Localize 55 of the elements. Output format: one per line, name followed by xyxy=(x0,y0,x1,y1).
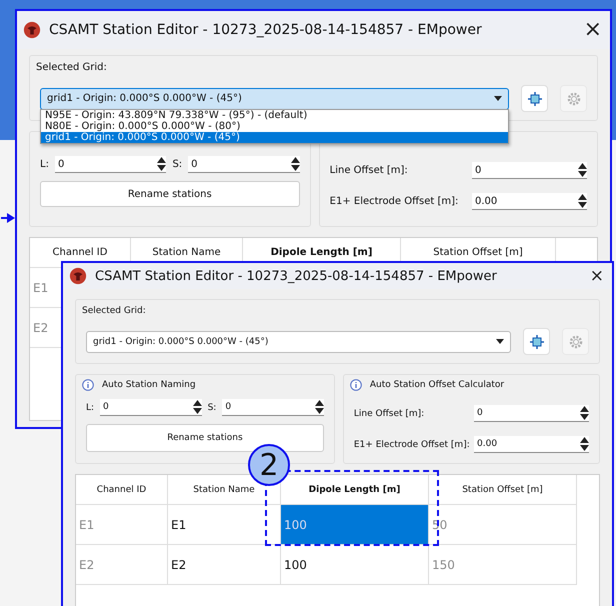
spin-field[interactable]: 0.00 xyxy=(474,436,589,453)
rename-button[interactable]: Rename stations xyxy=(40,181,300,207)
app-logo-icon xyxy=(69,267,87,285)
dropdown-option[interactable]: grid1 - Origin: 0.000°S 0.000°W - (45°) xyxy=(41,132,508,142)
close-button[interactable]: × xyxy=(588,268,606,284)
app-logo-icon xyxy=(23,21,41,39)
grid-icon xyxy=(528,92,542,106)
dropdown-option[interactable]: N80E - Origin: 0.000°S 0.000°W - (80°) xyxy=(41,120,508,132)
column-header[interactable]: Channel ID xyxy=(76,475,168,505)
caret-icon xyxy=(496,339,504,344)
table-cell[interactable]: 100 xyxy=(281,545,429,585)
spin-arrows-icon[interactable] xyxy=(580,437,589,451)
grid-button[interactable] xyxy=(523,328,550,355)
field-label: L: xyxy=(86,402,94,412)
spin-arrows-icon[interactable] xyxy=(192,400,202,414)
spin-arrows-icon[interactable] xyxy=(578,163,587,177)
spin-arrows-icon[interactable] xyxy=(578,194,587,208)
field-label: E1+ Electrode Offset [m]: xyxy=(354,440,470,450)
spin-field[interactable]: 0 xyxy=(222,399,324,416)
close-button[interactable]: × xyxy=(582,19,604,41)
group-title: Auto Station Naming xyxy=(102,380,196,390)
field-label: S: xyxy=(172,159,182,170)
field-label: Line Offset [m]: xyxy=(354,408,424,418)
spin-arrows-icon[interactable] xyxy=(580,406,589,420)
field-label: L: xyxy=(40,159,49,170)
field-label: Line Offset [m]: xyxy=(330,165,408,176)
grid-icon xyxy=(530,334,544,348)
window-title: CSAMT Station Editor - 10273_2025-08-14-154857 - EMpower xyxy=(49,22,483,38)
field-label: E1+ Electrode Offset [m]: xyxy=(330,196,458,207)
spin-arrows-icon[interactable] xyxy=(290,157,300,171)
window-title: CSAMT Station Editor - 10273_2025-08-14-154857 - EMpower xyxy=(95,268,498,284)
column-header[interactable]: Station Offset [m] xyxy=(429,475,577,505)
grid-dropdown[interactable]: grid1 - Origin: 0.000°S 0.000°W - (45°) xyxy=(40,88,509,110)
gear-icon xyxy=(566,92,580,106)
table-cell[interactable]: E2 xyxy=(168,545,281,585)
dropdown-option[interactable]: N95E - Origin: 43.809°N 79.338°W - (95°) - (default) xyxy=(41,110,508,120)
group-label: Selected Grid: xyxy=(36,62,108,73)
rename-button[interactable]: Rename stations xyxy=(86,424,324,452)
caret-icon xyxy=(494,96,502,101)
spin-field[interactable]: 0 xyxy=(472,162,587,179)
spin-field[interactable]: 0 xyxy=(100,399,202,416)
spin-field[interactable]: 0 xyxy=(188,156,300,173)
info-icon xyxy=(82,379,94,391)
field-label: S: xyxy=(208,402,216,412)
gear-icon xyxy=(568,334,582,348)
spin-arrows-icon[interactable] xyxy=(314,400,324,414)
spin-field[interactable]: 0 xyxy=(54,156,166,173)
spin-arrows-icon[interactable] xyxy=(157,157,166,171)
info-icon xyxy=(350,379,362,391)
group-label: Selected Grid: xyxy=(82,306,147,316)
grid-button[interactable] xyxy=(521,85,548,112)
grid-dropdown[interactable]: grid1 - Origin: 0.000°S 0.000°W - (45°) xyxy=(86,330,511,352)
spin-field[interactable]: 0 xyxy=(474,405,589,422)
spin-field[interactable]: 0.00 xyxy=(472,193,587,210)
group-title: Auto Station Offset Calculator xyxy=(370,380,504,390)
